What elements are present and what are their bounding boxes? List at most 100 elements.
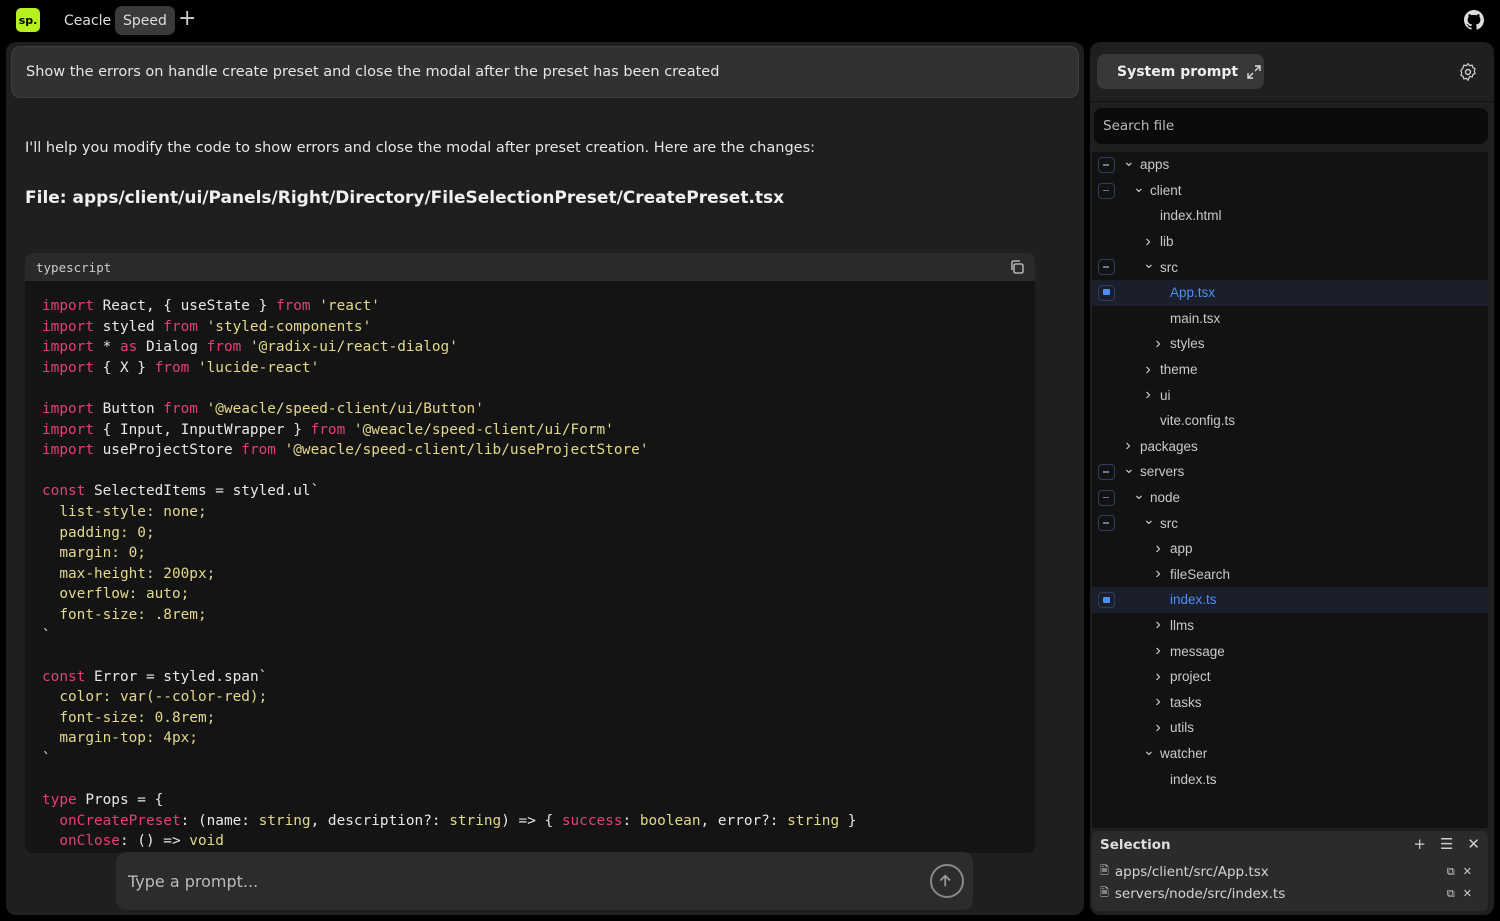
prompt-input[interactable]: Type a prompt... (116, 852, 973, 910)
code-line: import { X } from 'lucide-react' (42, 358, 1018, 379)
tree-item[interactable]: › tasks (1092, 689, 1488, 715)
remove-icon[interactable]: ✕ (1463, 865, 1472, 879)
file-icon: 🗎 (1100, 886, 1109, 899)
code-token: from (241, 442, 276, 459)
code-line: list-style: none; (42, 502, 1018, 523)
chevron-right-icon[interactable]: › (1153, 616, 1163, 634)
gear-icon[interactable] (1458, 62, 1478, 82)
tree-item-label: servers (1140, 464, 1185, 480)
chevron-right-icon[interactable]: › (1143, 233, 1153, 251)
open-external-icon[interactable]: ⧉ (1447, 887, 1455, 901)
chevron-down-icon[interactable]: ⌄ (1143, 511, 1155, 528)
tree-item[interactable]: › utils (1092, 715, 1488, 741)
add-icon[interactable]: + (1413, 835, 1426, 853)
tree-item[interactable]: index.ts (1092, 587, 1488, 613)
chevron-right-icon[interactable]: › (1153, 642, 1163, 660)
checkbox[interactable] (1098, 489, 1115, 506)
chevron-down-icon[interactable]: ⌄ (1143, 255, 1155, 272)
tree-item-label: styles (1170, 336, 1205, 352)
system-prompt-button[interactable]: System prompt (1097, 54, 1264, 89)
tree-item[interactable]: vite.config.ts (1092, 408, 1488, 434)
checkbox[interactable] (1098, 259, 1115, 276)
tree-item[interactable]: ⌄ servers (1092, 459, 1488, 485)
checkbox[interactable] (1098, 157, 1115, 173)
chevron-right-icon[interactable]: › (1143, 386, 1153, 404)
chevron-right-icon[interactable]: › (1153, 719, 1163, 737)
tree-item[interactable]: › ui (1092, 382, 1488, 408)
code-token: success (561, 812, 623, 829)
close-icon[interactable]: ✕ (1467, 835, 1480, 853)
code-line: font-size: 0.8rem; (42, 708, 1018, 729)
tab-ceacle[interactable]: Ceacle (56, 6, 119, 35)
code-token: from (275, 298, 311, 314)
tree-item[interactable]: index.ts (1092, 766, 1488, 792)
open-external-icon[interactable]: ⧉ (1447, 865, 1455, 879)
tree-item[interactable]: ⌄ src (1092, 510, 1488, 536)
tree-item[interactable]: index.html (1092, 203, 1488, 229)
checkbox[interactable] (1098, 464, 1115, 481)
file-sidebar: System prompt ⌄ apps ⌄ client index.html › lib… (1090, 42, 1494, 915)
code-token: 'react' (310, 298, 380, 314)
tree-item[interactable]: main.tsx (1092, 306, 1488, 332)
search-file-input[interactable] (1094, 108, 1488, 144)
code-token: ) => { (501, 812, 562, 829)
tree-item[interactable]: › app (1092, 536, 1488, 562)
tree-item[interactable]: ⌄ client (1092, 178, 1488, 204)
code-line: padding: 0; (42, 523, 1018, 544)
add-tab-button[interactable]: + (178, 6, 196, 31)
chevron-right-icon[interactable]: › (1143, 361, 1153, 379)
tree-item-label: theme (1160, 362, 1198, 378)
code-token: } (839, 812, 857, 829)
chevron-right-icon[interactable]: › (1153, 540, 1163, 558)
tree-item[interactable]: ⌄ node (1092, 485, 1488, 511)
send-button[interactable] (930, 864, 964, 898)
selection-item[interactable]: 🗎 apps/client/src/App.tsx ⧉ ✕ (1100, 862, 1480, 881)
chevron-down-icon[interactable]: ⌄ (1123, 460, 1135, 477)
tree-item-label: lib (1160, 234, 1174, 250)
selection-item[interactable]: 🗎 servers/node/src/index.ts ⧉ ✕ (1100, 884, 1480, 903)
github-icon[interactable] (1464, 10, 1484, 30)
code-token: overflow: auto; (42, 586, 190, 603)
tree-item[interactable]: › llms (1092, 613, 1488, 639)
tree-item[interactable]: ⌄ watcher (1092, 741, 1488, 767)
tree-item[interactable]: › packages (1092, 434, 1488, 460)
chevron-down-icon[interactable]: ⌄ (1143, 742, 1155, 759)
tree-item-label: watcher (1160, 745, 1208, 761)
checkbox[interactable] (1098, 182, 1115, 199)
assistant-reply: I'll help you modify the code to show er… (25, 140, 816, 156)
tree-item[interactable]: ⌄ src (1092, 254, 1488, 280)
list-icon[interactable]: ☰ (1440, 835, 1453, 853)
checkbox[interactable] (1098, 592, 1115, 609)
code-token: from (154, 359, 190, 376)
tree-item[interactable]: › fileSearch (1092, 562, 1488, 588)
chevron-down-icon[interactable]: ⌄ (1133, 486, 1145, 503)
chevron-right-icon[interactable]: › (1153, 335, 1163, 353)
tree-item[interactable]: ⌄ apps (1092, 152, 1488, 178)
checkbox[interactable] (1098, 284, 1115, 301)
remove-icon[interactable]: ✕ (1463, 887, 1472, 901)
chevron-right-icon[interactable]: › (1153, 565, 1163, 583)
tree-item[interactable]: › project (1092, 664, 1488, 690)
prompt-placeholder: Type a prompt... (128, 871, 259, 891)
code-content: import React, { useState } from 'react' i… (25, 281, 1035, 853)
tab-speed[interactable]: Speed (115, 6, 175, 35)
chevron-down-icon[interactable]: ⌄ (1123, 153, 1135, 170)
chevron-right-icon[interactable]: › (1153, 693, 1163, 711)
tree-item[interactable]: App.tsx (1092, 279, 1488, 306)
tree-item[interactable]: › theme (1092, 357, 1488, 383)
checkbox[interactable] (1098, 515, 1115, 532)
copy-icon[interactable] (1009, 259, 1025, 275)
chevron-down-icon[interactable]: ⌄ (1133, 179, 1145, 196)
code-token: import (42, 400, 94, 417)
code-token: type (42, 792, 77, 809)
code-token: 'lucide-react' (189, 359, 320, 376)
chevron-right-icon[interactable]: › (1153, 668, 1163, 686)
selection-title: Selection (1100, 837, 1171, 853)
tree-item[interactable]: › lib (1092, 229, 1488, 255)
code-line: onClose: () => void (42, 831, 1018, 852)
chevron-right-icon[interactable]: › (1123, 437, 1133, 455)
tree-item[interactable]: › message (1092, 638, 1488, 664)
tree-item[interactable]: › styles (1092, 331, 1488, 357)
